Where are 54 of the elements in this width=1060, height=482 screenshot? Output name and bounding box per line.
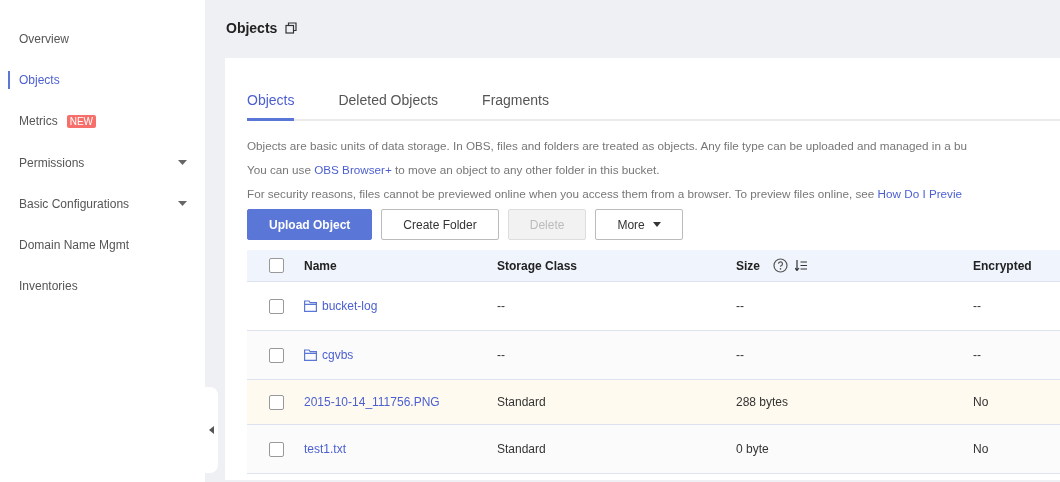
column-header[interactable]: Storage Class	[497, 258, 578, 273]
object-link[interactable]: test1.txt	[304, 442, 347, 456]
row-checkbox[interactable]	[269, 298, 284, 314]
table-cell: 288 bytes	[736, 395, 789, 409]
upload-button[interactable]: Upload Object	[247, 209, 373, 240]
info-text: You can use OBS Browser+ to move an object to any other folder in this bucket.	[247, 162, 661, 178]
table-cell: No	[973, 442, 989, 456]
tab[interactable]: Fragments	[482, 92, 549, 121]
sidebar-item[interactable]: Overview	[8, 29, 69, 48]
row-checkbox[interactable]	[269, 441, 284, 457]
tab[interactable]: Objects	[247, 92, 295, 121]
help-link[interactable]: OBS Browser+	[314, 163, 392, 176]
page-title: Objects	[226, 20, 278, 36]
table-cell: --	[497, 299, 505, 313]
select-all-checkbox[interactable]	[269, 258, 284, 273]
table-cell: 0 byte	[736, 442, 769, 456]
info-text: Objects are basic units of data storage. In OBS, files and folders are treated as objects. Any file type can be uploaded and managed in a bu	[247, 138, 968, 154]
sidebar-item[interactable]: Inventories	[8, 277, 78, 296]
action-button[interactable]: Create Folder	[381, 209, 499, 240]
row-checkbox[interactable]	[269, 394, 284, 410]
table-cell: Standard	[497, 395, 546, 409]
caret-icon[interactable]	[178, 201, 187, 207]
column-header[interactable]: Name	[304, 258, 337, 273]
table-cell: No	[973, 395, 989, 409]
folder-icon	[304, 349, 317, 361]
collapse-handle[interactable]	[205, 387, 218, 473]
object-link[interactable]: bucket-log	[322, 299, 378, 313]
object-link[interactable]: cgvbs	[322, 348, 354, 362]
info-text: For security reasons, files cannot be previewed online when you access them from a browser. To preview files online, see How Do I Previe	[247, 186, 964, 202]
caret-icon[interactable]	[178, 160, 187, 166]
table-cell: --	[736, 348, 744, 362]
copy-icon[interactable]	[285, 22, 298, 34]
column-header[interactable]: Encrypted	[973, 258, 1032, 273]
table-cell: Standard	[497, 442, 546, 456]
tab[interactable]: Deleted Objects	[338, 92, 439, 121]
sort-icon[interactable]	[795, 260, 807, 271]
sidebar-item[interactable]: Domain Name Mgmt	[8, 236, 130, 255]
folder-icon	[304, 300, 317, 312]
caret-icon	[652, 222, 661, 227]
object-link[interactable]: 2015-10-14_111756.PNG	[304, 395, 440, 409]
table-cell: --	[736, 299, 744, 313]
table-cell: --	[973, 299, 981, 313]
sidebar-item[interactable]: Permissions	[8, 153, 85, 172]
help-icon[interactable]	[773, 258, 788, 273]
row-checkbox[interactable]	[269, 347, 284, 363]
more-dropdown[interactable]: More	[595, 209, 683, 240]
sidebar-item[interactable]: Objects	[8, 70, 60, 89]
table-cell: --	[497, 348, 505, 362]
table-cell: --	[973, 348, 981, 362]
help-link[interactable]: How Do I Previe	[877, 187, 963, 200]
sidebar-item[interactable]: Basic Configurations	[8, 194, 130, 213]
sidebar-item[interactable]: Metrics	[8, 112, 58, 131]
column-header[interactable]: Size	[736, 258, 760, 273]
new-badge: NEW	[66, 114, 96, 128]
